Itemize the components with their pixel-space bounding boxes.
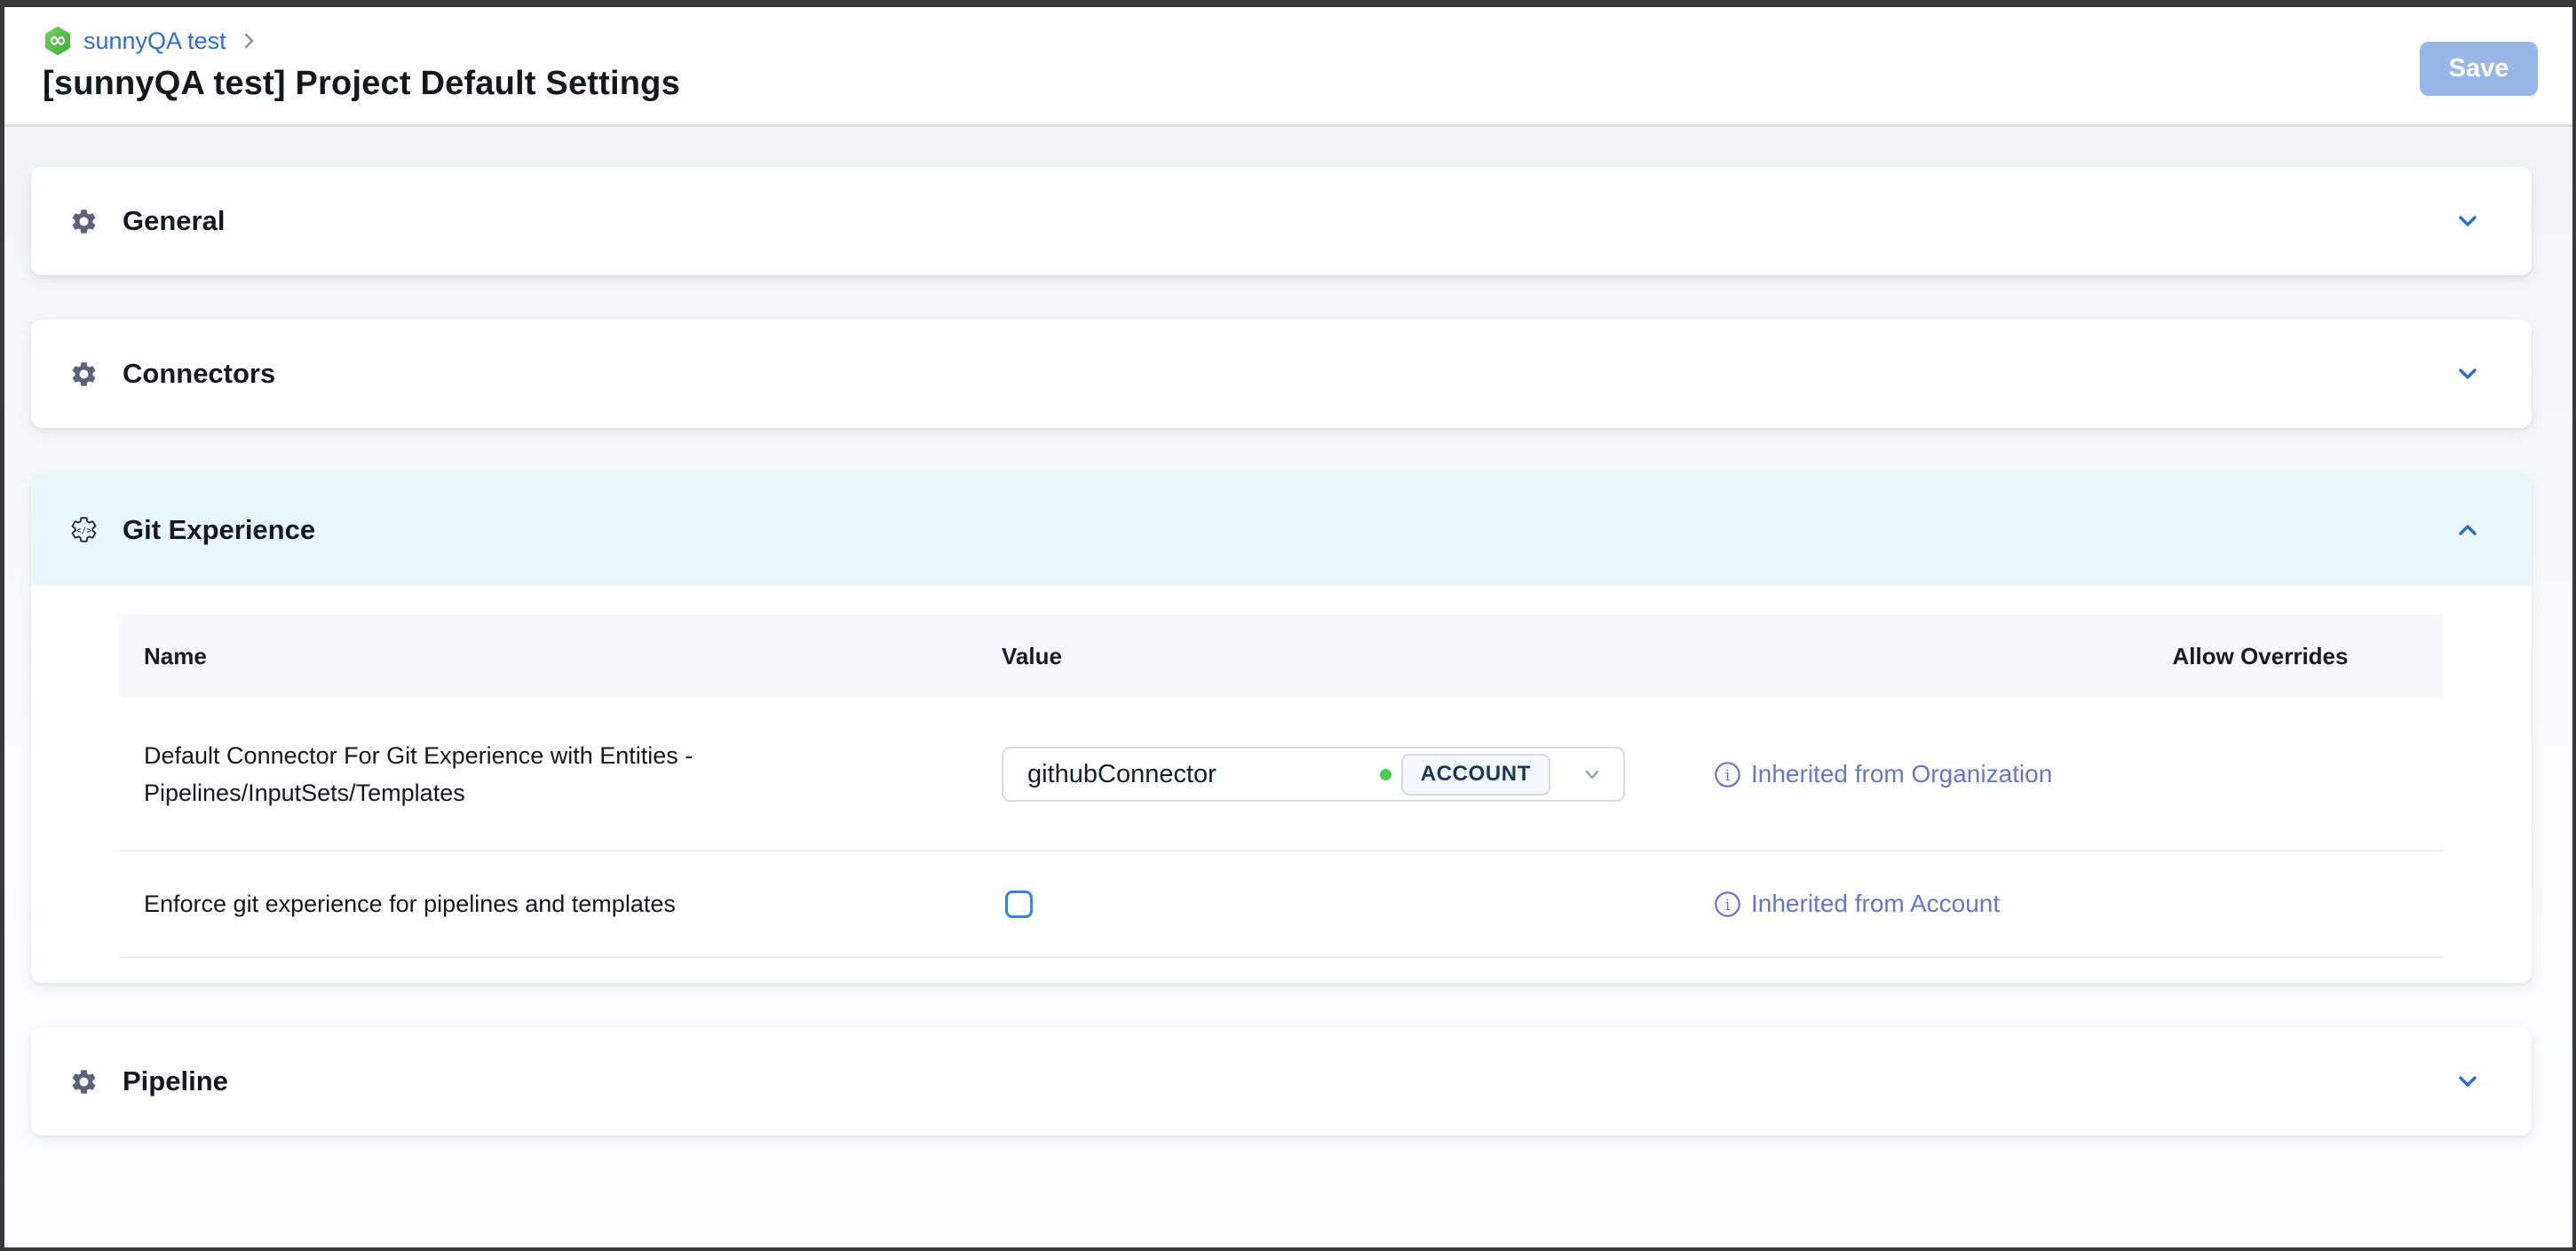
chevron-up-icon[interactable] [2453, 515, 2483, 545]
enforce-git-experience-checkbox[interactable] [1005, 891, 1033, 918]
connector-select[interactable]: githubConnector ACCOUNT [1002, 747, 1625, 802]
info-icon: i [1714, 891, 1741, 918]
page-header: ∞ sunnyQA test [sunnyQA test] Project De… [4, 7, 2572, 127]
chevron-down-icon[interactable] [2453, 359, 2483, 389]
setting-name-default-connector: Default Connector For Git Experience wit… [120, 737, 928, 812]
inherited-label: Inherited from Organization [1751, 760, 2052, 788]
chevron-down-icon[interactable] [2453, 206, 2483, 236]
inherited-from-account-link[interactable]: i Inherited from Account [1714, 890, 2078, 918]
save-button[interactable]: Save [2420, 42, 2538, 96]
gear-icon [69, 360, 99, 389]
section-title-git-experience: Git Experience [123, 514, 315, 546]
svg-text:∞: ∞ [49, 28, 67, 52]
section-title-general: General [123, 205, 225, 237]
info-icon: i [1714, 761, 1741, 788]
section-card-connectors: Connectors [31, 320, 2532, 428]
table-header-row: Name Value Allow Overrides [120, 614, 2443, 699]
section-header-pipeline[interactable]: Pipeline [31, 1027, 2532, 1136]
settings-content: General Connectors [4, 127, 2572, 1245]
inherited-label: Inherited from Account [1751, 890, 2000, 918]
chevron-down-icon[interactable] [2453, 1066, 2483, 1097]
setting-value-cell: githubConnector ACCOUNT [1002, 747, 1714, 802]
column-header-value: Value [1002, 643, 1714, 670]
gear-icon [69, 1067, 99, 1097]
git-experience-settings-table: Name Value Allow Overrides Default Conne… [31, 585, 2532, 983]
section-card-git-experience: </> Git Experience Name Value Allow Over… [31, 474, 2532, 983]
inherited-cell: i Inherited from Account [1714, 890, 2078, 918]
section-header-connectors[interactable]: Connectors [31, 320, 2532, 428]
breadcrumb[interactable]: ∞ sunnyQA test [43, 25, 2572, 57]
column-header-name: Name [120, 643, 1002, 670]
connector-select-value: githubConnector [1027, 760, 1217, 789]
connector-status-dot [1380, 769, 1391, 780]
gear-outline-icon: </> [69, 515, 99, 544]
chevron-down-icon [1581, 763, 1604, 786]
breadcrumb-chevron-icon [239, 31, 258, 51]
table-row: Default Connector For Git Experience wit… [120, 699, 2443, 851]
section-header-general[interactable]: General [31, 167, 2532, 275]
table-row: Enforce git experience for pipelines and… [120, 851, 2443, 958]
page-title: [sunnyQA test] Project Default Settings [43, 65, 2572, 103]
section-title-pipeline: Pipeline [123, 1065, 228, 1097]
section-header-git-experience[interactable]: </> Git Experience [31, 474, 2532, 585]
inherited-cell: i Inherited from Organization [1714, 760, 2078, 788]
setting-value-cell [1002, 891, 1714, 918]
section-card-pipeline: Pipeline [31, 1027, 2532, 1136]
section-card-general: General [31, 167, 2532, 275]
svg-text:i: i [1725, 897, 1731, 914]
section-title-connectors: Connectors [123, 358, 275, 390]
svg-text:i: i [1725, 767, 1731, 785]
inherited-from-organization-link[interactable]: i Inherited from Organization [1714, 760, 2078, 788]
app-window: ∞ sunnyQA test [sunnyQA test] Project De… [0, 0, 2576, 1251]
project-logo-icon: ∞ [43, 26, 73, 56]
column-header-allow-overrides: Allow Overrides [2078, 643, 2443, 670]
setting-name-enforce-git-experience: Enforce git experience for pipelines and… [120, 885, 928, 922]
scope-badge: ACCOUNT [1401, 754, 1550, 796]
breadcrumb-project-link[interactable]: sunnyQA test [83, 28, 226, 55]
svg-text:</>: </> [76, 527, 92, 536]
gear-icon [69, 207, 99, 236]
